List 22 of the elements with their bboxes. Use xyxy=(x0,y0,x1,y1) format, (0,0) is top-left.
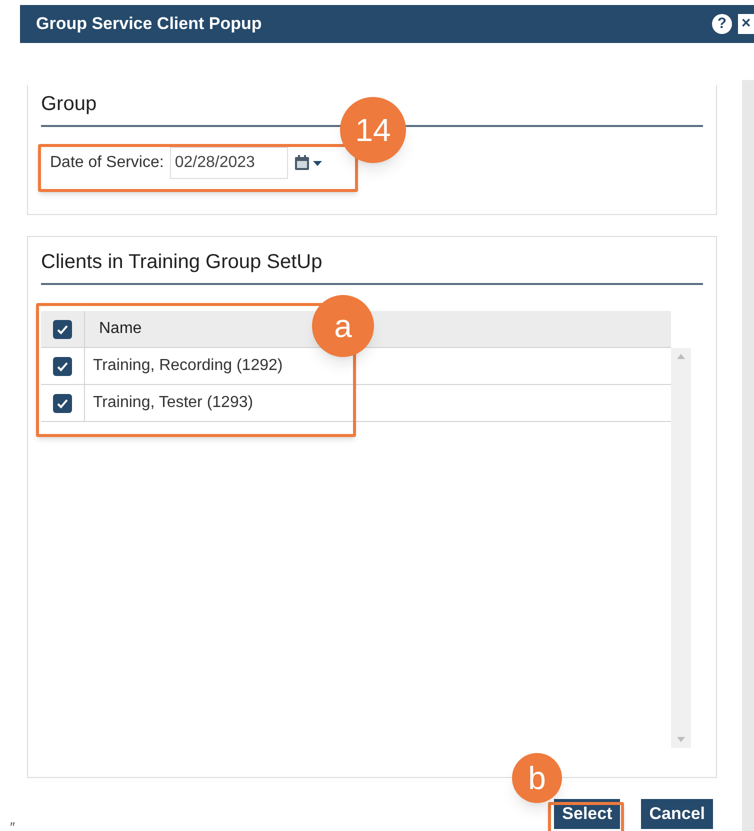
stray-mark: ″ xyxy=(10,818,15,831)
close-icon[interactable]: × xyxy=(738,14,754,34)
field-label: Date of Service: xyxy=(50,153,164,173)
checkmark-icon xyxy=(56,360,69,372)
help-icon[interactable]: ? xyxy=(712,14,732,34)
checkmark-icon xyxy=(56,322,69,336)
checkmark-icon xyxy=(56,396,69,410)
section-title: Group xyxy=(41,93,97,115)
table-cell-text: Training, Tester (1293) xyxy=(93,393,254,413)
section-title: Clients in Training Group SetUp xyxy=(41,251,322,273)
date-field[interactable]: 02/28/2023 xyxy=(170,147,288,179)
step-badge: 14 xyxy=(340,97,406,163)
calendar-dropdown-icon[interactable] xyxy=(294,154,324,172)
dialog-button[interactable]: Cancel xyxy=(641,799,713,829)
checkbox[interactable] xyxy=(53,394,72,412)
checkbox[interactable] xyxy=(53,320,72,338)
window-title: Group Service Client Popup xyxy=(36,13,262,36)
dialog-button[interactable]: Select xyxy=(554,799,620,829)
column-header[interactable]: Name xyxy=(99,317,142,341)
step-badge: b xyxy=(512,753,562,803)
table-cell-text: Training, Recording (1292) xyxy=(93,356,283,376)
checkbox[interactable] xyxy=(53,356,72,376)
